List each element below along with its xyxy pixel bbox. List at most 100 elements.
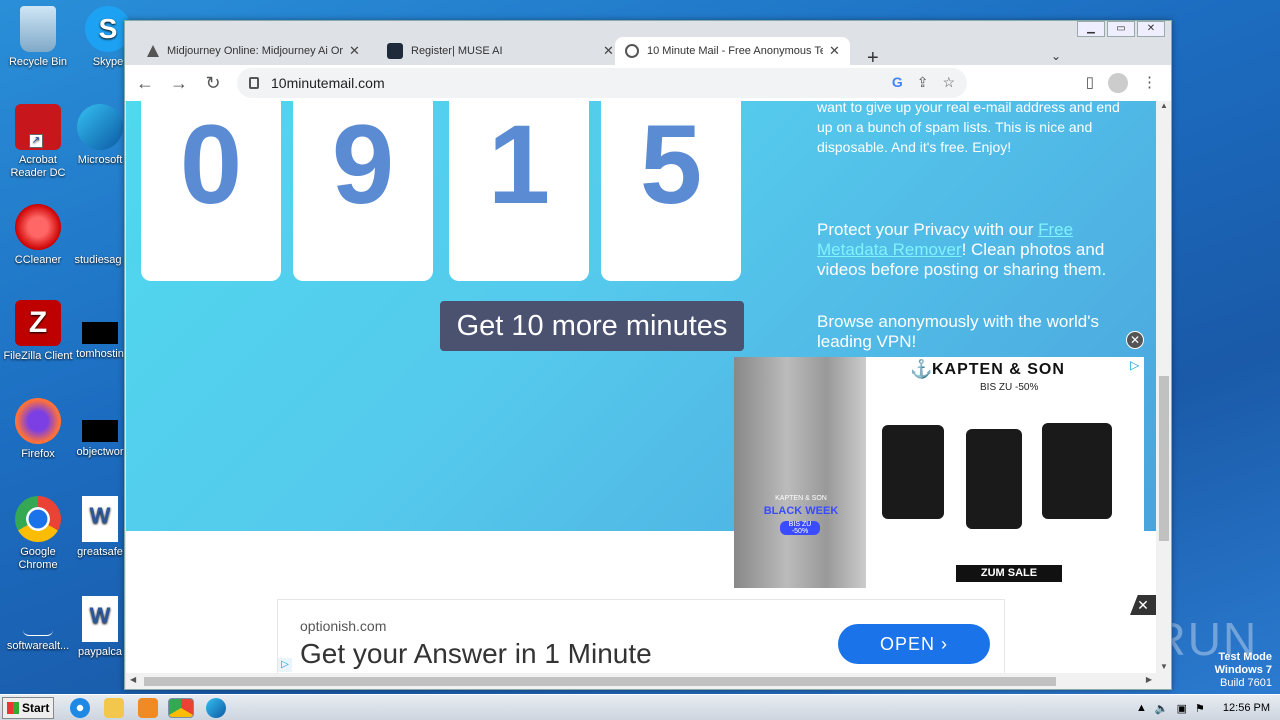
system-tray: ▲ 🔈 ▣ ⚑ 12:56 PM [1136, 695, 1280, 720]
desktop-icon-studiesag[interactable]: studiesag [70, 204, 126, 267]
watermark-line: Windows 7 [1214, 664, 1272, 676]
horizontal-scroll-thumb[interactable] [144, 677, 1056, 686]
desktop-icon-recycle-bin[interactable]: Recycle Bin [0, 6, 76, 69]
desktop-icon-acrobat[interactable]: ↗ Acrobat Reader DC [0, 104, 76, 180]
scroll-left-icon[interactable]: ◀ [130, 675, 136, 684]
desktop-icon-label: softwarealt... [6, 640, 70, 652]
desktop-icon-edge[interactable]: Microsoft [72, 104, 128, 167]
close-tab-icon[interactable]: ✕ [603, 43, 614, 59]
desktop-icon-softwarealt[interactable]: softwarealt... [0, 596, 76, 653]
desktop-icon-label: Acrobat Reader DC [10, 154, 66, 179]
backpack-image [882, 425, 944, 519]
word-doc-icon: W [82, 596, 118, 642]
file-icon [23, 596, 53, 636]
backpack-image [966, 429, 1022, 529]
volume-icon[interactable]: 🔈 [1155, 702, 1169, 715]
ie-taskbar-icon[interactable] [70, 698, 90, 718]
chevron-right-icon: › [941, 634, 949, 654]
vertical-scrollbar[interactable]: ▲ ▼ [1156, 101, 1171, 689]
watermark-line: Test Mode [1218, 651, 1272, 663]
scroll-right-icon[interactable]: ▶ [1146, 675, 1152, 684]
desktop-icon-ccleaner[interactable]: CCleaner [0, 204, 76, 267]
ad-open-button[interactable]: OPEN › [838, 624, 990, 664]
firefox-icon [15, 398, 61, 444]
watermark-line: Build 7601 [1220, 677, 1272, 689]
desktop-icon-label: Recycle Bin [8, 56, 68, 68]
scroll-up-icon[interactable]: ▲ [1156, 101, 1171, 110]
media-player-taskbar-icon[interactable] [138, 698, 158, 718]
sailboat-icon [147, 45, 159, 57]
taskbar: Start ▲ 🔈 ▣ ⚑ 12:56 PM [0, 694, 1280, 720]
chrome-taskbar-icon[interactable] [168, 698, 194, 718]
desktop-icon-paypalca[interactable]: W paypalca [72, 596, 128, 659]
windows-flag-icon [7, 702, 19, 714]
desktop-icon-label: Microsoft [77, 154, 123, 166]
desktop-icon-label: CCleaner [14, 254, 62, 266]
desktop-icon-greatsafe[interactable]: W greatsafe [72, 496, 128, 559]
desktop-icon-label: studiesag [74, 254, 122, 266]
toolbar-right: ▯ ⋮ [1086, 73, 1157, 93]
ad-photo-title: BLACK WEEK [763, 505, 839, 517]
desktop-icon-filezilla[interactable]: Z FileZilla Client [0, 300, 76, 363]
adchoices-icon[interactable]: ▷ [278, 658, 292, 672]
ad-photo-sub: BIS ZU -50% [780, 521, 820, 535]
reload-button[interactable]: ↻ [199, 73, 227, 94]
ad-photo: KAPTEN & SON BLACK WEEK BIS ZU -50% [734, 357, 866, 588]
omnibox-actions: G ⇪ ☆ [892, 74, 955, 91]
forward-button[interactable]: → [165, 73, 193, 94]
action-center-flag-icon[interactable]: ⚑ [1195, 702, 1205, 715]
address-bar[interactable]: 10minutemail.com G ⇪ ☆ [237, 68, 967, 98]
close-tab-icon[interactable]: ✕ [349, 43, 360, 59]
close-bottom-ad-button[interactable]: ✕ [1130, 595, 1156, 615]
horizontal-scrollbar[interactable]: ◀ ▶ [126, 673, 1156, 689]
tab-title: Register| MUSE AI [411, 45, 503, 57]
clock[interactable]: 12:56 PM [1223, 702, 1270, 714]
menu-kebab-icon[interactable]: ⋮ [1142, 73, 1157, 93]
google-icon[interactable]: G [892, 74, 903, 91]
desktop-icon-label: Firefox [21, 448, 55, 460]
adchoices-icon[interactable]: ▷ [1130, 359, 1142, 371]
tab-title: 10 Minute Mail - Free Anonymous Te [647, 45, 823, 57]
side-panel-icon[interactable]: ▯ [1086, 73, 1094, 93]
word-doc-icon: W [82, 496, 118, 542]
bookmark-star-icon[interactable]: ☆ [942, 74, 955, 91]
desktop-icon-label: FileZilla Client [3, 350, 73, 362]
anchor-logo-icon: ⚓ [910, 359, 933, 379]
share-icon[interactable]: ⇪ [917, 74, 929, 91]
profile-avatar-icon[interactable] [1108, 73, 1128, 93]
tab-midjourney[interactable]: Midjourney Online: Midjourney Ai Or ✕ [137, 37, 370, 65]
vertical-scroll-thumb[interactable] [1159, 376, 1169, 541]
edge-taskbar-icon[interactable] [206, 698, 226, 718]
recycle-bin-icon [20, 6, 56, 52]
close-tab-icon[interactable]: ✕ [829, 43, 840, 59]
ad-brand: KAPTEN & SON [932, 361, 1065, 378]
tab-muse-ai[interactable]: Register| MUSE AI ✕ [377, 37, 624, 65]
desktop-icon-chrome[interactable]: Google Chrome [0, 496, 76, 572]
timer-digit: 5 [601, 101, 741, 281]
get-more-minutes-button[interactable]: Get 10 more minutes [440, 301, 744, 351]
tab-search-chevron-icon[interactable]: ⌄ [1051, 49, 1061, 63]
network-icon[interactable]: ▣ [1177, 702, 1187, 715]
privacy-prefix: Protect your Privacy with our [817, 220, 1039, 239]
ad-discount: BIS ZU -50% [980, 382, 1039, 393]
optionish-ad-banner[interactable]: ▷ ✕ optionish.com Get your Answer in 1 M… [277, 599, 1005, 677]
timer-digit: 1 [449, 101, 589, 281]
scroll-down-icon[interactable]: ▼ [1156, 662, 1171, 671]
tray-expand-icon[interactable]: ▲ [1136, 702, 1147, 714]
kapten-son-ad[interactable]: KAPTEN & SON BLACK WEEK BIS ZU -50% ⚓ KA… [734, 357, 1144, 588]
explorer-taskbar-icon[interactable] [104, 698, 124, 718]
browser-window: ▁ ▭ ✕ Midjourney Online: Midjourney Ai O… [124, 20, 1172, 690]
vpn-paragraph: Browse anonymously with the world's lead… [817, 312, 1099, 351]
file-icon [75, 204, 121, 250]
tab-strip: Midjourney Online: Midjourney Ai Or ✕ Re… [125, 33, 1171, 69]
zum-sale-button[interactable]: ZUM SALE [956, 565, 1062, 582]
ccleaner-icon [15, 204, 61, 250]
back-button[interactable]: ← [131, 73, 159, 94]
start-button[interactable]: Start [2, 697, 54, 719]
desktop-icon-tomhostin[interactable]: tomhostin [72, 300, 128, 361]
desktop-icon-objectwor[interactable]: objectwor [72, 398, 128, 459]
desktop-icon-firefox[interactable]: Firefox [0, 398, 76, 461]
tab-10minutemail[interactable]: 10 Minute Mail - Free Anonymous Te ✕ [615, 37, 850, 65]
globe-icon [625, 44, 639, 58]
close-ad-icon[interactable]: ✕ [1126, 331, 1144, 349]
